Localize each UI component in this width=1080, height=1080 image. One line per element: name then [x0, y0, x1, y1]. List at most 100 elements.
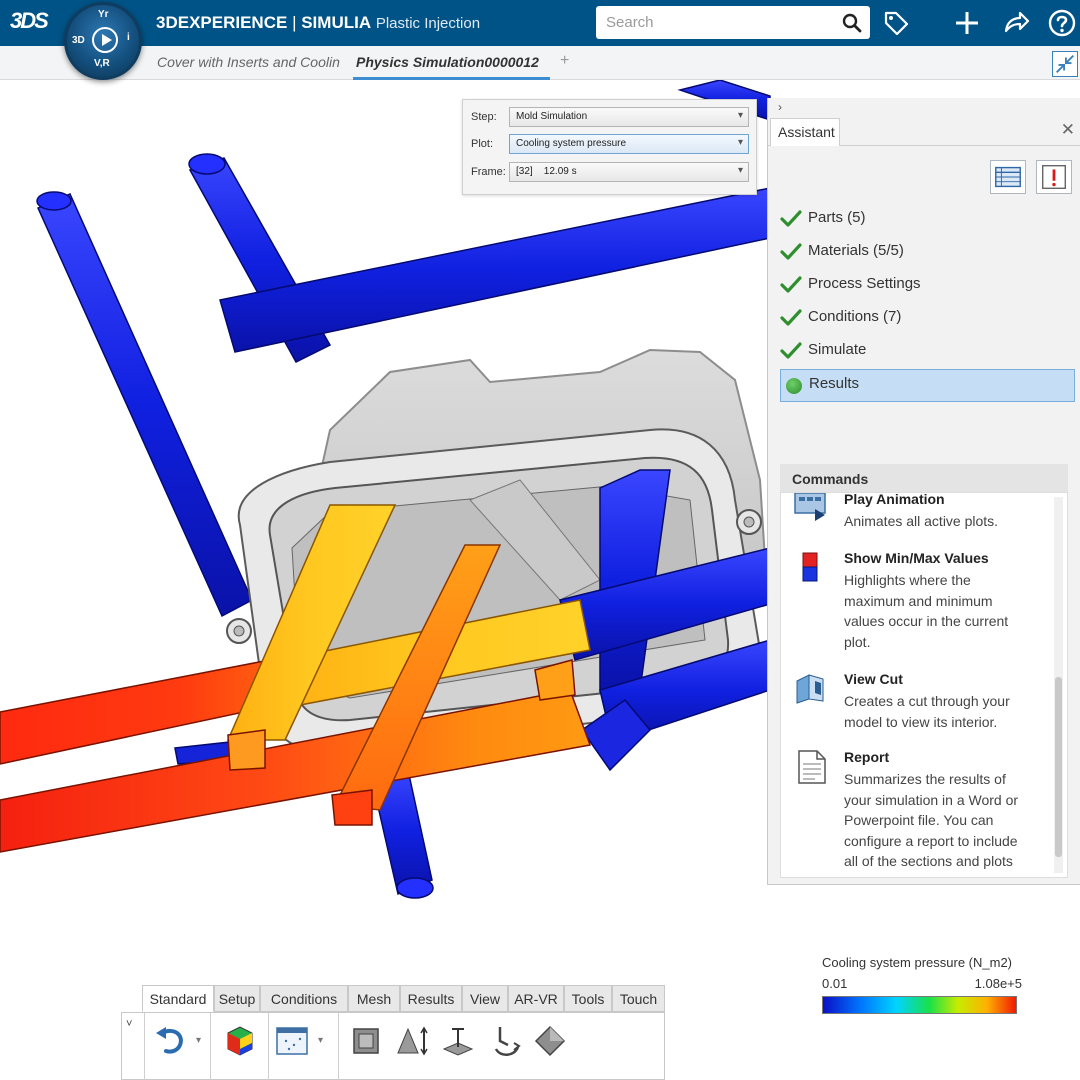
alert-icon[interactable] [1036, 160, 1072, 194]
simulation-results-icon[interactable] [222, 1023, 258, 1059]
checklist-item-materials[interactable]: Materials (5/5) [780, 237, 1075, 270]
shape-icon[interactable] [532, 1023, 568, 1059]
brand-product: SIMULIA [301, 13, 372, 32]
list-view-icon[interactable] [990, 160, 1026, 194]
checklist-label: Materials (5/5) [808, 242, 904, 259]
checklist-label: Results [809, 375, 860, 392]
document-tab-bar: Cover with Inserts and Coolin Physics Si… [0, 46, 1080, 80]
tab-tools[interactable]: Tools [564, 985, 612, 1012]
share-icon[interactable] [1002, 9, 1030, 37]
play-animation-icon [794, 493, 826, 521]
tab-physics-simulation[interactable]: Physics Simulation0000012 [356, 54, 548, 70]
command-title: Play Animation [844, 492, 945, 507]
command-description: Animates all active plots. [844, 513, 999, 529]
undo-dropdown-icon[interactable]: ▾ [196, 1035, 201, 1046]
play-icon[interactable] [92, 27, 118, 53]
checklist-item-results[interactable]: Results [780, 369, 1075, 402]
add-tab-button[interactable]: + [560, 52, 569, 70]
command-play-animation[interactable]: Play Animation Animates all active plots… [793, 492, 1033, 541]
action-bar: Standard Setup Conditions Mesh Results V… [121, 985, 665, 1080]
command-description: Highlights where the maximum and minimum… [844, 572, 1009, 650]
tab-results[interactable]: Results [400, 985, 462, 1012]
frame-label: Frame: [471, 166, 506, 178]
checklist-item-simulate[interactable]: Simulate [780, 336, 1075, 369]
close-icon[interactable]: ✕ [1061, 120, 1075, 140]
checklist-item-process-settings[interactable]: Process Settings [780, 270, 1075, 303]
assistant-collapse-button[interactable]: › [778, 100, 782, 114]
step-dropdown[interactable]: Mold Simulation [509, 107, 749, 127]
chevron-down-icon[interactable]: ˅ [126, 1018, 132, 1030]
toolbar-separator [338, 1013, 339, 1080]
add-icon[interactable] [953, 9, 981, 37]
workflow-checklist: Parts (5) Materials (5/5) Process Settin… [780, 204, 1075, 402]
commands-header: Commands [780, 464, 1068, 492]
search-input[interactable] [596, 6, 832, 39]
help-icon[interactable] [1048, 9, 1076, 37]
legend-min-value: 0.01 [822, 976, 848, 991]
action-bar-tabs: Standard Setup Conditions Mesh Results V… [142, 985, 665, 1012]
assistant-tab[interactable]: Assistant [770, 118, 840, 146]
scrollbar-thumb[interactable] [1055, 677, 1062, 857]
brand-prefix: 3DEXPERIENCE [156, 13, 288, 32]
legend-color-bar [822, 996, 1017, 1014]
tab-touch[interactable]: Touch [612, 985, 665, 1012]
toolbar-separator [210, 1013, 211, 1080]
brand-app-name: Plastic Injection [375, 15, 481, 32]
step-label: Step: [471, 111, 497, 123]
anchor-icon[interactable] [488, 1023, 524, 1059]
tab-setup[interactable]: Setup [214, 985, 260, 1012]
compass-east-label[interactable]: i [127, 32, 130, 43]
checklist-label: Parts (5) [808, 209, 866, 226]
dimension-icon[interactable] [394, 1023, 430, 1059]
undo-icon[interactable] [152, 1023, 188, 1059]
commands-list: Play Animation Animates all active plots… [780, 492, 1068, 878]
frame-dropdown[interactable]: [32] 12.09 s [509, 162, 749, 182]
check-icon [780, 342, 802, 359]
toolbar-separator [268, 1013, 269, 1080]
compass-widget[interactable]: Yr 3D i V,R [64, 2, 142, 80]
compass-south-label[interactable]: V,R [94, 58, 110, 69]
tab-view[interactable]: View [462, 985, 508, 1012]
command-title: Show Min/Max Values [844, 550, 989, 566]
collapse-icon[interactable] [1052, 51, 1078, 77]
command-title: View Cut [844, 671, 903, 687]
command-view-cut[interactable]: View Cut Creates a cut through your mode… [793, 671, 1033, 735]
top-bar: 3DS 3DEXPERIENCE | SIMULIA Plastic Injec… [0, 0, 1080, 46]
command-report[interactable]: Report Summarizes the results of your si… [793, 749, 1033, 874]
checklist-item-parts[interactable]: Parts (5) [780, 204, 1075, 237]
tab-mesh[interactable]: Mesh [348, 985, 400, 1012]
command-show-min-max[interactable]: Show Min/Max Values Highlights where the… [793, 550, 1033, 650]
search-box[interactable] [596, 6, 870, 39]
tab-ar-vr[interactable]: AR-VR [508, 985, 564, 1012]
legend-max-value: 1.08e+5 [974, 976, 1022, 991]
mesh-display-dropdown-icon[interactable]: ▾ [318, 1035, 323, 1046]
brand-separator: | [292, 13, 297, 32]
compass-west-label[interactable]: 3D [72, 35, 85, 46]
search-icon[interactable] [842, 13, 862, 33]
compass-north-label[interactable]: Yr [98, 9, 109, 20]
report-icon [798, 750, 826, 784]
command-description: Summarizes the results of your simulatio… [844, 771, 1019, 869]
checklist-item-conditions[interactable]: Conditions (7) [780, 303, 1075, 336]
measure-icon[interactable] [440, 1023, 476, 1059]
assistant-tab-row: Assistant ✕ [768, 118, 1080, 146]
tab-conditions[interactable]: Conditions [260, 985, 348, 1012]
min-max-icon [802, 552, 818, 582]
tag-icon[interactable] [882, 9, 910, 37]
check-icon [780, 276, 802, 293]
check-icon [780, 243, 802, 260]
action-bar-body: ˅ ▾ ▾ [121, 1012, 665, 1080]
ds-logo[interactable]: 3DS [10, 8, 50, 38]
plot-dropdown[interactable]: Cooling system pressure [509, 134, 749, 154]
tab-cover-with-inserts[interactable]: Cover with Inserts and Coolin [157, 54, 347, 70]
mesh-display-icon[interactable] [274, 1023, 310, 1059]
check-icon [780, 210, 802, 227]
checklist-label: Simulate [808, 341, 867, 358]
toolbar-separator [144, 1013, 145, 1080]
status-dot-icon [786, 378, 802, 394]
checklist-label: Process Settings [808, 275, 921, 292]
box-icon[interactable] [348, 1023, 384, 1059]
commands-scrollbar[interactable] [1054, 497, 1063, 873]
plot-label: Plot: [471, 138, 494, 150]
tab-standard[interactable]: Standard [142, 985, 214, 1012]
